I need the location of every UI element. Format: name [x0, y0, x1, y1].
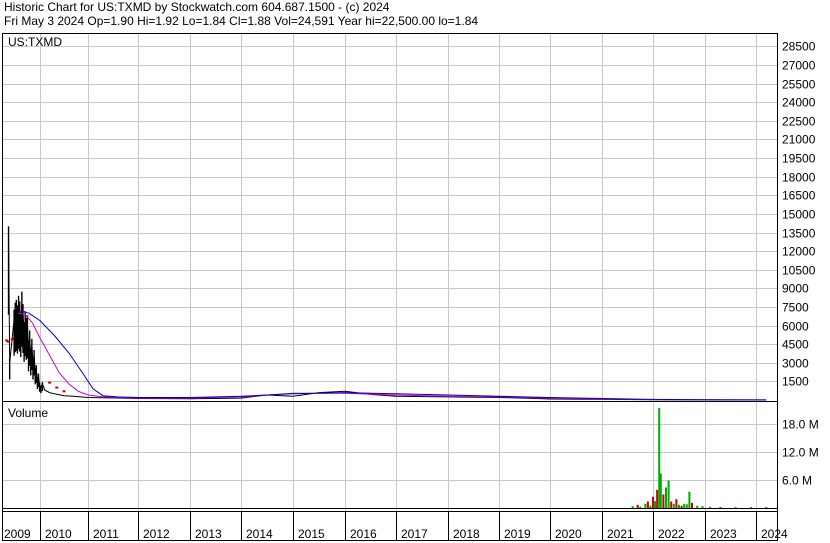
- volume-bar: [665, 487, 667, 509]
- volume-bar: [662, 494, 665, 509]
- volume-bar: [644, 503, 647, 509]
- x-tick-label: 2017: [401, 527, 428, 541]
- price-tick-mark: [62, 390, 66, 393]
- volume-bar: [636, 504, 639, 509]
- price-tick-label: 4500: [782, 338, 809, 352]
- volume-bar: [656, 489, 659, 509]
- price-tick-label: 9000: [782, 282, 809, 296]
- x-tick-label: 2022: [658, 527, 685, 541]
- price-tick-label: 16500: [782, 189, 816, 203]
- volume-bar: [670, 501, 673, 509]
- volume-tick-label: 12.0 M: [782, 446, 819, 460]
- price-tick-label: 27000: [782, 59, 816, 73]
- volume-bar: [683, 503, 686, 509]
- price-tick-label: 7500: [782, 301, 809, 315]
- volume-bar: [678, 504, 680, 509]
- price-tick-label: 24000: [782, 96, 816, 110]
- x-tick-label: 2012: [143, 527, 170, 541]
- price-tick-label: 1500: [782, 375, 809, 389]
- volume-bar: [685, 504, 688, 509]
- x-tick-label: 2020: [555, 527, 582, 541]
- volume-tick-label: 6.0 M: [782, 474, 812, 488]
- price-tick-label: 25500: [782, 78, 816, 92]
- volume-tick-label: 18.0 M: [782, 418, 819, 432]
- volume-bar: [667, 480, 670, 509]
- price-panel: [2, 33, 778, 402]
- x-tick-label: 2018: [453, 527, 480, 541]
- price-tick-label: 19500: [782, 152, 816, 166]
- price-tick-label: 21000: [782, 133, 816, 147]
- x-tick-label: 2009: [4, 527, 31, 541]
- x-tick-label: 2013: [195, 527, 222, 541]
- price-tick-mark: [55, 386, 59, 389]
- stock-chart: 28500 27000 25500 24000 22500 21000 19500 18000…: [2, 33, 819, 541]
- price-tick-mark: [6, 340, 10, 343]
- price-tick-label: 18000: [782, 171, 816, 185]
- volume-y-axis: 18.0 M 12.0 M 6.0 M: [782, 418, 819, 488]
- price-tick-label: 6000: [782, 320, 809, 334]
- price-tick-label: 15000: [782, 208, 816, 222]
- volume-bar: [672, 503, 675, 509]
- price-tick-mark: [10, 338, 14, 341]
- symbol-label: US:TXMD: [8, 35, 62, 49]
- volume-bar: [659, 473, 662, 509]
- x-tick-label: 2021: [607, 527, 634, 541]
- x-tick-label: 2023: [710, 527, 737, 541]
- x-tick-label: 2016: [350, 527, 377, 541]
- volume-title: Volume: [8, 406, 48, 420]
- volume-bar: [654, 501, 657, 509]
- x-tick-label: 2019: [504, 527, 531, 541]
- price-tick-label: 13500: [782, 227, 816, 241]
- price-tick-label: 28500: [782, 40, 816, 54]
- volume-bar: [652, 496, 654, 509]
- x-tick-label: 2010: [45, 527, 72, 541]
- x-tick-label: 2014: [246, 527, 273, 541]
- price-tick-label: 22500: [782, 115, 816, 129]
- volume-bar: [646, 501, 649, 509]
- price-tick-mark: [48, 381, 52, 384]
- x-tick-label: 2024: [761, 527, 788, 541]
- volume-bar: [691, 502, 693, 509]
- price-y-axis: 28500 27000 25500 24000 22500 21000 19500 18000…: [782, 40, 816, 389]
- volume-bar: [675, 499, 678, 509]
- volume-bar: [688, 491, 691, 509]
- price-tick-label: 3000: [782, 357, 809, 371]
- price-tick-label: 12000: [782, 245, 816, 259]
- price-tick-label: 10500: [782, 264, 816, 278]
- x-tick-label: 2011: [93, 527, 119, 541]
- x-tick-label: 2015: [298, 527, 325, 541]
